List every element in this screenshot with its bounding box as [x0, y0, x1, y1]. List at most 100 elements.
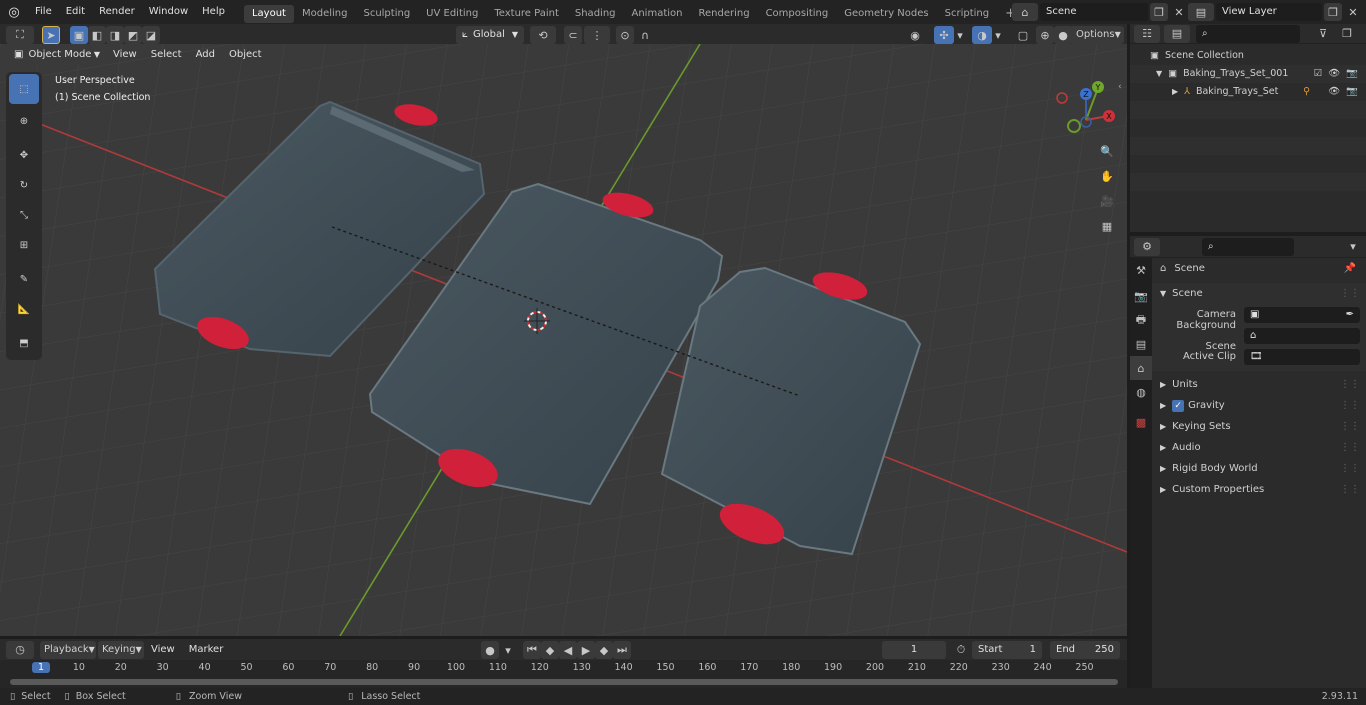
tab-scripting[interactable]: Scripting	[937, 5, 997, 23]
eyedropper-icon[interactable]: ✒	[1346, 307, 1354, 323]
scene-browse-icon[interactable]: ⌂	[1012, 3, 1038, 21]
next-keyframe-icon[interactable]: ◆	[595, 641, 613, 659]
cursor-tool-icon[interactable]: ⊕	[9, 106, 39, 136]
menu-file[interactable]: File	[28, 0, 59, 24]
scene-tab-icon[interactable]: ⌂	[1130, 356, 1152, 380]
select-tool-icon[interactable]: ➤	[42, 26, 60, 44]
mode-dropdown[interactable]: ▣ Object Mode ▼	[8, 46, 106, 64]
expand-arrow-icon[interactable]: ▼	[1156, 65, 1162, 83]
units-panel[interactable]: ▶ Units ⋮⋮	[1152, 374, 1366, 395]
perspective-grid-icon[interactable]: ▦	[1098, 217, 1116, 235]
jump-start-icon[interactable]: ⏮	[523, 641, 541, 659]
camera-field[interactable]: ▣ ✒	[1244, 306, 1360, 323]
viewport-menu-add[interactable]: Add	[189, 46, 222, 64]
drag-handle-icon[interactable]: ⋮⋮	[1340, 458, 1360, 479]
blender-logo-icon[interactable]: ◎	[0, 5, 28, 20]
overlay-dropdown-icon[interactable]: ▾	[992, 26, 1004, 44]
checkbox-icon[interactable]: ☑	[1314, 65, 1323, 83]
drag-handle-icon[interactable]: ⋮⋮	[1340, 283, 1360, 304]
timeline-area[interactable]: 1 10 20 30 40 50 60 70 80 90 100 110 120 130 140 150 160…	[0, 660, 1127, 688]
menu-render[interactable]: Render	[92, 0, 142, 24]
outliner-row-scene-collection[interactable]: ▣ Scene Collection	[1130, 47, 1366, 65]
viewport-scene[interactable]: Z Y X	[0, 44, 1127, 636]
pin-icon[interactable]: 📌	[1344, 258, 1356, 279]
add-cube-tool-icon[interactable]: ⬒	[9, 328, 39, 358]
view-layer-tab-icon[interactable]: ▤	[1130, 332, 1152, 356]
properties-options-icon[interactable]: ▾	[1344, 238, 1362, 256]
outliner-row-object[interactable]: ▶ ⅄ Baking_Trays_Set ⚲ 👁 📷	[1130, 83, 1366, 101]
active-clip-field[interactable]: 🎞	[1244, 348, 1360, 365]
move-tool-icon[interactable]: ✥	[9, 140, 39, 170]
tab-animation[interactable]: Animation	[624, 5, 691, 23]
tab-compositing[interactable]: Compositing	[758, 5, 837, 23]
tab-rendering[interactable]: Rendering	[690, 5, 757, 23]
audio-panel[interactable]: ▶ Audio ⋮⋮	[1152, 437, 1366, 458]
record-dropdown-icon[interactable]: ▾	[499, 641, 517, 659]
timeline-menu-view[interactable]: View	[144, 641, 182, 659]
editor-type-icon[interactable]: ⛶	[6, 26, 34, 44]
select-extend-icon[interactable]: ◧	[88, 26, 106, 44]
display-mode-icon[interactable]: ▤	[1164, 24, 1190, 43]
zoom-icon[interactable]: 🔍	[1098, 142, 1116, 160]
select-intersect-icon[interactable]: ◪	[142, 26, 160, 44]
new-scene-icon[interactable]: ❐	[1150, 3, 1168, 21]
wireframe-shading-icon[interactable]: ⊕	[1036, 26, 1054, 44]
background-scene-field[interactable]: ⌂	[1244, 327, 1360, 344]
measure-tool-icon[interactable]: 📐	[9, 294, 39, 324]
falloff-icon[interactable]: ∩	[636, 26, 654, 44]
snap-toggle-icon[interactable]: ⊂	[564, 26, 582, 44]
tab-uv-editing[interactable]: UV Editing	[418, 5, 486, 23]
gizmo-dropdown-icon[interactable]: ▾	[954, 26, 966, 44]
scale-tool-icon[interactable]: ⤡	[9, 200, 39, 230]
pan-hand-icon[interactable]: ✋	[1098, 167, 1116, 185]
viewport-menu-view[interactable]: View	[106, 46, 144, 64]
transform-tool-icon[interactable]: ⊞	[9, 230, 39, 260]
modifier-icon[interactable]: ⚲	[1303, 83, 1310, 101]
xray-toggle-icon[interactable]: ▢	[1014, 26, 1032, 44]
drag-handle-icon[interactable]: ⋮⋮	[1340, 416, 1360, 437]
eye-icon[interactable]: 👁	[1328, 83, 1340, 101]
tab-modeling[interactable]: Modeling	[294, 5, 356, 23]
eye-icon[interactable]: 👁	[1328, 65, 1340, 83]
select-invert-icon[interactable]: ◩	[124, 26, 142, 44]
scene-name-field[interactable]: Scene	[1040, 3, 1148, 21]
render-tab-icon[interactable]: 📷	[1130, 284, 1152, 308]
scene-panel-header[interactable]: ▼ Scene ⋮⋮	[1152, 283, 1366, 304]
outliner-editor-type-icon[interactable]: ☷	[1134, 24, 1160, 43]
current-frame-field[interactable]: 1	[882, 641, 946, 659]
world-tab-icon[interactable]: ◍	[1130, 380, 1152, 404]
viewport-menu-select[interactable]: Select	[144, 46, 189, 64]
delete-scene-icon[interactable]: ✕	[1170, 3, 1188, 21]
select-subtract-icon[interactable]: ◨	[106, 26, 124, 44]
menu-help[interactable]: Help	[195, 0, 232, 24]
visibility-icon[interactable]: ◉	[902, 26, 928, 44]
prev-keyframe-icon[interactable]: ◆	[541, 641, 559, 659]
new-view-layer-icon[interactable]: ❐	[1324, 3, 1342, 21]
viewport-menu-object[interactable]: Object	[222, 46, 269, 64]
play-icon[interactable]: ▶	[577, 641, 595, 659]
custom-properties-panel[interactable]: ▶ Custom Properties ⋮⋮	[1152, 479, 1366, 500]
drag-handle-icon[interactable]: ⋮⋮	[1340, 437, 1360, 458]
tab-geometry-nodes[interactable]: Geometry Nodes	[836, 5, 936, 23]
sidebar-toggle-icon[interactable]: ‹	[1118, 82, 1122, 92]
gizmo-toggle-icon[interactable]: ✣	[934, 26, 954, 44]
playback-menu[interactable]: Playback ▼	[40, 640, 96, 659]
select-new-icon[interactable]: ▣	[70, 26, 88, 44]
properties-search-input[interactable]: ⌕	[1202, 237, 1294, 256]
tab-layout[interactable]: Layout	[243, 4, 294, 23]
camera-render-icon[interactable]: 📷	[1346, 65, 1358, 83]
tool-tab-icon[interactable]: ⚒	[1130, 258, 1152, 282]
new-collection-icon[interactable]: ❐	[1338, 25, 1356, 43]
keying-sets-panel[interactable]: ▶ Keying Sets ⋮⋮	[1152, 416, 1366, 437]
overlay-toggle-icon[interactable]: ◑	[972, 26, 992, 44]
options-dropdown[interactable]: Options ▼	[1070, 26, 1124, 44]
gravity-panel[interactable]: ▶ ✓ Gravity ⋮⋮	[1152, 395, 1366, 416]
view-layer-browse-icon[interactable]: ▤	[1188, 3, 1214, 21]
properties-editor-type-icon[interactable]: ⚙	[1134, 237, 1160, 256]
camera-view-icon[interactable]: 🎥	[1098, 192, 1116, 210]
proportional-edit-icon[interactable]: ⊙	[616, 26, 634, 44]
camera-render-icon[interactable]: 📷	[1346, 83, 1358, 101]
tab-shading[interactable]: Shading	[567, 5, 624, 23]
3d-viewport[interactable]: Z Y X ▣ Object Mode ▼ View Select Add Ob…	[0, 44, 1127, 636]
select-box-tool-icon[interactable]: ⬚	[9, 74, 39, 104]
